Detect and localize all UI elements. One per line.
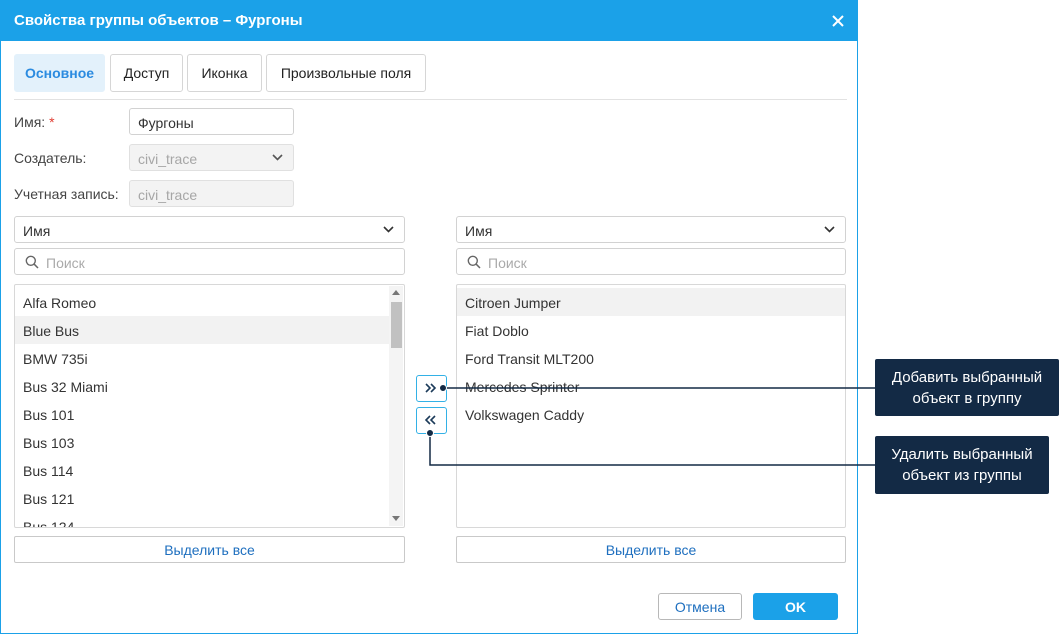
chevron-down-icon [824,226,835,233]
add-to-group-button[interactable] [416,375,447,402]
list-item[interactable]: Bus 121 [15,484,389,512]
list-item[interactable]: Volkswagen Caddy [457,400,845,428]
name-label-text: Имя: [14,114,46,130]
search-icon [467,255,481,269]
left-sort-select[interactable]: Имя [14,216,405,243]
dialog-titlebar: Свойства группы объектов – Фургоны [1,1,857,41]
list-item[interactable]: Fiat Doblo [457,316,845,344]
scroll-down-arrow-icon[interactable] [392,516,400,521]
left-search-input[interactable]: Поиск [14,248,405,275]
ok-button[interactable]: OK [753,593,838,620]
left-list-scrollbar[interactable] [389,286,403,526]
name-label: Имя: * [14,114,55,130]
left-search-placeholder: Поиск [46,255,85,271]
add-callout-line-2: объект в группу [912,389,1022,407]
left-sort-label: Имя [23,223,51,239]
cancel-button[interactable]: Отмена [658,593,742,620]
list-item[interactable]: Citroen Jumper [457,288,845,316]
list-item[interactable]: Alfa Romeo [15,288,389,316]
right-search-input[interactable]: Поиск [456,248,846,275]
list-item[interactable]: Bus 101 [15,400,389,428]
double-chevron-right-icon [425,383,437,393]
creator-select: civi_trace [129,144,294,171]
list-item[interactable]: Bus 103 [15,428,389,456]
name-field[interactable]: Фургоны [129,108,294,135]
list-item[interactable]: BMW 735i [15,344,389,372]
tab-custom-fields[interactable]: Произвольные поля [266,54,426,92]
list-item[interactable]: Bus 124 [15,512,389,527]
right-select-all-button[interactable]: Выделить все [456,536,846,563]
add-callout: Добавить выбранный объект в группу [875,359,1059,416]
creator-value: civi_trace [138,151,198,167]
tabs-divider [14,99,847,100]
remove-callout-line-2: объект из группы [902,467,1022,484]
group-properties-dialog: Свойства группы объектов – Фургоны Основ… [0,0,858,634]
remove-callout: Удалить выбранный объект из группы [875,436,1049,494]
double-chevron-left-icon [424,415,436,425]
list-item[interactable]: Bus 114 [15,456,389,484]
account-label: Учетная запись: [14,186,119,202]
right-sort-label: Имя [465,223,493,239]
tab-main[interactable]: Основное [14,54,105,92]
tab-icon[interactable]: Иконка [187,54,262,92]
list-item[interactable]: Mercedes Sprinter [457,372,845,400]
list-item[interactable]: Bus 32 Miami [15,372,389,400]
required-mark: * [49,114,55,130]
search-icon [25,255,39,269]
dialog-title: Свойства группы объектов – Фургоны [14,12,303,29]
list-item[interactable]: Blue Bus [15,316,389,344]
chevron-down-icon [383,226,394,233]
remove-from-group-button[interactable] [416,407,447,434]
tab-access[interactable]: Доступ [110,54,183,92]
left-object-list: Alfa Romeo Blue Bus BMW 735i Bus 32 Miam… [14,284,405,528]
remove-callout-line-1: Удалить выбранный [891,446,1033,463]
scrollbar-thumb[interactable] [391,302,402,348]
close-icon[interactable] [827,10,849,32]
right-search-placeholder: Поиск [488,255,527,271]
creator-label: Создатель: [14,150,87,166]
add-callout-line-1: Добавить выбранный [891,368,1043,386]
right-object-list: Citroen Jumper Fiat Doblo Ford Transit M… [456,284,846,528]
right-sort-select[interactable]: Имя [456,216,846,243]
chevron-down-icon [272,154,283,161]
left-select-all-button[interactable]: Выделить все [14,536,405,563]
account-field: civi_trace [129,180,294,207]
scroll-up-arrow-icon[interactable] [392,290,400,295]
list-item[interactable]: Ford Transit MLT200 [457,344,845,372]
